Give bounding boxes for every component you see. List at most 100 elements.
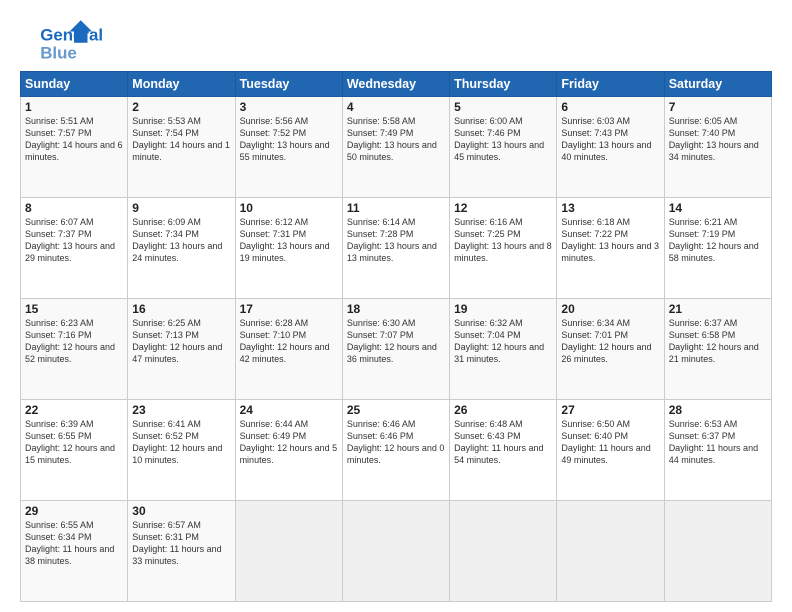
cell-day-number: 8	[25, 201, 123, 215]
cell-content: Sunrise: 6:14 AM Sunset: 7:28 PM Dayligh…	[347, 216, 445, 265]
calendar-cell: 13 Sunrise: 6:18 AM Sunset: 7:22 PM Dayl…	[557, 198, 664, 299]
cell-content: Sunrise: 6:55 AM Sunset: 6:34 PM Dayligh…	[25, 519, 123, 568]
calendar-cell: 2 Sunrise: 5:53 AM Sunset: 7:54 PM Dayli…	[128, 97, 235, 198]
cell-day-number: 30	[132, 504, 230, 518]
cell-day-number: 13	[561, 201, 659, 215]
cell-day-number: 11	[347, 201, 445, 215]
calendar-cell: 21 Sunrise: 6:37 AM Sunset: 6:58 PM Dayl…	[664, 299, 771, 400]
weekday-header: Wednesday	[342, 72, 449, 97]
cell-content: Sunrise: 6:34 AM Sunset: 7:01 PM Dayligh…	[561, 317, 659, 366]
cell-content: Sunrise: 6:07 AM Sunset: 7:37 PM Dayligh…	[25, 216, 123, 265]
cell-day-number: 26	[454, 403, 552, 417]
cell-content: Sunrise: 6:32 AM Sunset: 7:04 PM Dayligh…	[454, 317, 552, 366]
cell-day-number: 9	[132, 201, 230, 215]
cell-day-number: 7	[669, 100, 767, 114]
weekday-header: Thursday	[450, 72, 557, 97]
calendar-cell	[664, 501, 771, 602]
calendar-cell: 26 Sunrise: 6:48 AM Sunset: 6:43 PM Dayl…	[450, 400, 557, 501]
cell-day-number: 14	[669, 201, 767, 215]
calendar-cell: 3 Sunrise: 5:56 AM Sunset: 7:52 PM Dayli…	[235, 97, 342, 198]
cell-content: Sunrise: 5:51 AM Sunset: 7:57 PM Dayligh…	[25, 115, 123, 164]
weekday-header: Monday	[128, 72, 235, 97]
calendar-week-row: 1 Sunrise: 5:51 AM Sunset: 7:57 PM Dayli…	[21, 97, 772, 198]
cell-day-number: 20	[561, 302, 659, 316]
cell-day-number: 4	[347, 100, 445, 114]
cell-content: Sunrise: 6:48 AM Sunset: 6:43 PM Dayligh…	[454, 418, 552, 467]
cell-day-number: 19	[454, 302, 552, 316]
cell-day-number: 24	[240, 403, 338, 417]
cell-day-number: 6	[561, 100, 659, 114]
calendar-cell: 15 Sunrise: 6:23 AM Sunset: 7:16 PM Dayl…	[21, 299, 128, 400]
calendar-cell: 4 Sunrise: 5:58 AM Sunset: 7:49 PM Dayli…	[342, 97, 449, 198]
calendar-cell: 30 Sunrise: 6:57 AM Sunset: 6:31 PM Dayl…	[128, 501, 235, 602]
weekday-header: Friday	[557, 72, 664, 97]
calendar-cell: 17 Sunrise: 6:28 AM Sunset: 7:10 PM Dayl…	[235, 299, 342, 400]
calendar-header-row: SundayMondayTuesdayWednesdayThursdayFrid…	[21, 72, 772, 97]
cell-day-number: 18	[347, 302, 445, 316]
calendar-cell: 28 Sunrise: 6:53 AM Sunset: 6:37 PM Dayl…	[664, 400, 771, 501]
calendar-cell	[235, 501, 342, 602]
cell-day-number: 12	[454, 201, 552, 215]
cell-day-number: 2	[132, 100, 230, 114]
cell-day-number: 21	[669, 302, 767, 316]
cell-content: Sunrise: 6:30 AM Sunset: 7:07 PM Dayligh…	[347, 317, 445, 366]
cell-content: Sunrise: 6:18 AM Sunset: 7:22 PM Dayligh…	[561, 216, 659, 265]
cell-day-number: 22	[25, 403, 123, 417]
calendar-cell: 5 Sunrise: 6:00 AM Sunset: 7:46 PM Dayli…	[450, 97, 557, 198]
cell-content: Sunrise: 6:25 AM Sunset: 7:13 PM Dayligh…	[132, 317, 230, 366]
cell-day-number: 16	[132, 302, 230, 316]
cell-day-number: 3	[240, 100, 338, 114]
calendar-cell: 19 Sunrise: 6:32 AM Sunset: 7:04 PM Dayl…	[450, 299, 557, 400]
calendar: SundayMondayTuesdayWednesdayThursdayFrid…	[20, 71, 772, 602]
cell-content: Sunrise: 5:56 AM Sunset: 7:52 PM Dayligh…	[240, 115, 338, 164]
calendar-cell: 16 Sunrise: 6:25 AM Sunset: 7:13 PM Dayl…	[128, 299, 235, 400]
calendar-week-row: 15 Sunrise: 6:23 AM Sunset: 7:16 PM Dayl…	[21, 299, 772, 400]
calendar-cell: 22 Sunrise: 6:39 AM Sunset: 6:55 PM Dayl…	[21, 400, 128, 501]
cell-content: Sunrise: 5:53 AM Sunset: 7:54 PM Dayligh…	[132, 115, 230, 164]
svg-text:Blue: Blue	[40, 44, 77, 63]
cell-content: Sunrise: 6:41 AM Sunset: 6:52 PM Dayligh…	[132, 418, 230, 467]
cell-day-number: 29	[25, 504, 123, 518]
calendar-cell: 18 Sunrise: 6:30 AM Sunset: 7:07 PM Dayl…	[342, 299, 449, 400]
cell-content: Sunrise: 6:57 AM Sunset: 6:31 PM Dayligh…	[132, 519, 230, 568]
calendar-cell: 27 Sunrise: 6:50 AM Sunset: 6:40 PM Dayl…	[557, 400, 664, 501]
calendar-cell: 8 Sunrise: 6:07 AM Sunset: 7:37 PM Dayli…	[21, 198, 128, 299]
calendar-cell: 29 Sunrise: 6:55 AM Sunset: 6:34 PM Dayl…	[21, 501, 128, 602]
calendar-cell	[450, 501, 557, 602]
logo: General Blue	[20, 18, 110, 63]
calendar-week-row: 22 Sunrise: 6:39 AM Sunset: 6:55 PM Dayl…	[21, 400, 772, 501]
cell-content: Sunrise: 6:44 AM Sunset: 6:49 PM Dayligh…	[240, 418, 338, 467]
cell-content: Sunrise: 6:23 AM Sunset: 7:16 PM Dayligh…	[25, 317, 123, 366]
cell-day-number: 5	[454, 100, 552, 114]
calendar-cell: 23 Sunrise: 6:41 AM Sunset: 6:52 PM Dayl…	[128, 400, 235, 501]
logo-icon: General Blue	[20, 18, 110, 63]
cell-content: Sunrise: 6:12 AM Sunset: 7:31 PM Dayligh…	[240, 216, 338, 265]
calendar-cell: 14 Sunrise: 6:21 AM Sunset: 7:19 PM Dayl…	[664, 198, 771, 299]
cell-content: Sunrise: 6:53 AM Sunset: 6:37 PM Dayligh…	[669, 418, 767, 467]
cell-content: Sunrise: 6:09 AM Sunset: 7:34 PM Dayligh…	[132, 216, 230, 265]
cell-content: Sunrise: 6:21 AM Sunset: 7:19 PM Dayligh…	[669, 216, 767, 265]
weekday-header: Tuesday	[235, 72, 342, 97]
cell-content: Sunrise: 6:46 AM Sunset: 6:46 PM Dayligh…	[347, 418, 445, 467]
cell-content: Sunrise: 6:39 AM Sunset: 6:55 PM Dayligh…	[25, 418, 123, 467]
calendar-week-row: 29 Sunrise: 6:55 AM Sunset: 6:34 PM Dayl…	[21, 501, 772, 602]
calendar-cell: 1 Sunrise: 5:51 AM Sunset: 7:57 PM Dayli…	[21, 97, 128, 198]
calendar-cell	[342, 501, 449, 602]
weekday-header: Sunday	[21, 72, 128, 97]
cell-day-number: 23	[132, 403, 230, 417]
cell-day-number: 25	[347, 403, 445, 417]
calendar-cell: 6 Sunrise: 6:03 AM Sunset: 7:43 PM Dayli…	[557, 97, 664, 198]
calendar-cell: 9 Sunrise: 6:09 AM Sunset: 7:34 PM Dayli…	[128, 198, 235, 299]
weekday-header: Saturday	[664, 72, 771, 97]
calendar-cell	[557, 501, 664, 602]
cell-content: Sunrise: 5:58 AM Sunset: 7:49 PM Dayligh…	[347, 115, 445, 164]
cell-day-number: 17	[240, 302, 338, 316]
calendar-cell: 12 Sunrise: 6:16 AM Sunset: 7:25 PM Dayl…	[450, 198, 557, 299]
calendar-week-row: 8 Sunrise: 6:07 AM Sunset: 7:37 PM Dayli…	[21, 198, 772, 299]
cell-day-number: 10	[240, 201, 338, 215]
page: General Blue SundayMondayTuesdayWednesda…	[0, 0, 792, 612]
cell-day-number: 28	[669, 403, 767, 417]
cell-day-number: 15	[25, 302, 123, 316]
header: General Blue	[20, 18, 772, 63]
calendar-cell: 11 Sunrise: 6:14 AM Sunset: 7:28 PM Dayl…	[342, 198, 449, 299]
